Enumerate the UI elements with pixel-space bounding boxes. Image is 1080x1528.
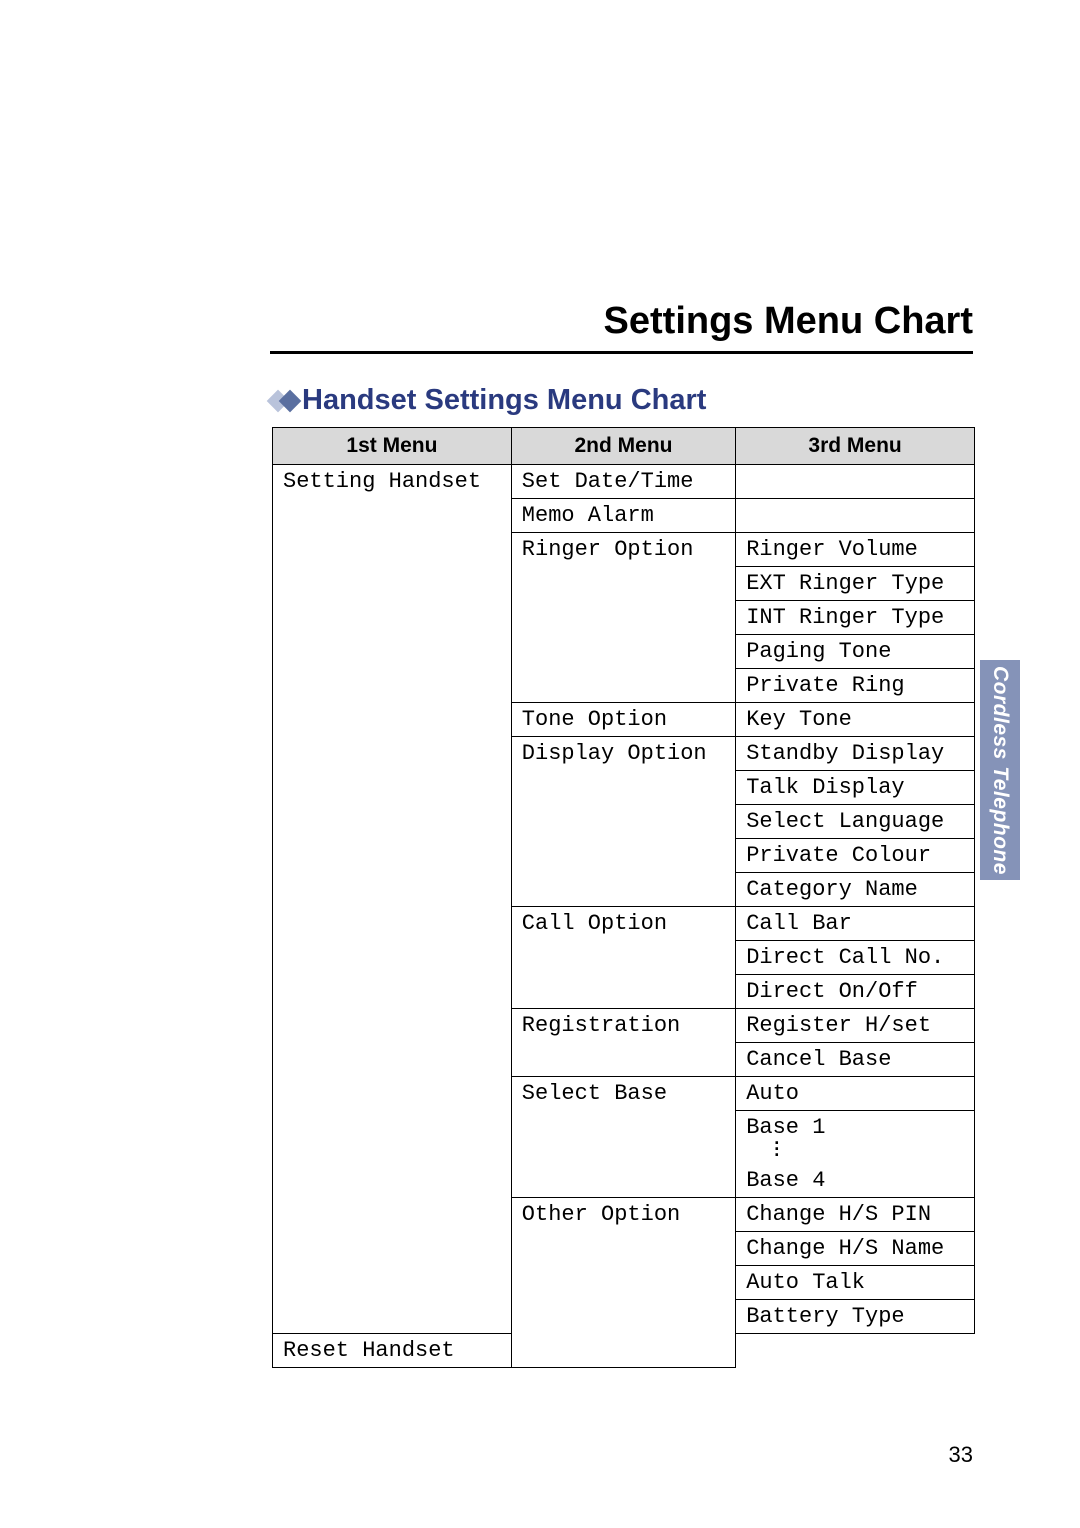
cell-3rd-menu: Change H/S Name	[736, 1232, 975, 1266]
cell-3rd-menu: Private Ring	[736, 669, 975, 703]
cell-2nd-menu: Memo Alarm	[511, 499, 735, 533]
side-tab-label: Cordless Telephone	[988, 666, 1012, 875]
cell-3rd-menu: Key Tone	[736, 703, 975, 737]
cell-3rd-menu: Register H/set	[736, 1009, 975, 1043]
cell-2nd-menu: Registration	[511, 1009, 735, 1077]
cell-3rd-menu: EXT Ringer Type	[736, 567, 975, 601]
table-header-row: 1st Menu 2nd Menu 3rd Menu	[273, 428, 975, 465]
page-title: Settings Menu Chart	[270, 300, 973, 354]
cell-3rd-menu	[736, 465, 975, 499]
cell-3rd-menu: Auto	[736, 1077, 975, 1111]
vertical-ellipsis-icon: ···	[746, 1140, 780, 1158]
cell-2nd-menu: Tone Option	[511, 703, 735, 737]
cell-3rd-menu: Select Language	[736, 805, 975, 839]
base1-text: Base 1	[746, 1115, 825, 1140]
col-3rd-menu: 3rd Menu	[736, 428, 975, 465]
diamond-bullet-icon	[270, 393, 294, 409]
cell-3rd-menu: Call Bar	[736, 907, 975, 941]
cell-1st-menu: Setting Handset	[273, 465, 512, 1334]
cell-3rd-menu: Ringer Volume	[736, 533, 975, 567]
cell-3rd-menu: Talk Display	[736, 771, 975, 805]
table-row: Setting Handset Set Date/Time	[273, 465, 975, 499]
cell-3rd-menu: Standby Display	[736, 737, 975, 771]
cell-2nd-menu: Ringer Option	[511, 533, 735, 703]
cell-3rd-menu: Private Colour	[736, 839, 975, 873]
page-number: 33	[949, 1442, 973, 1468]
cell-2nd-menu: Set Date/Time	[511, 465, 735, 499]
col-1st-menu: 1st Menu	[273, 428, 512, 465]
section-side-tab: Cordless Telephone	[980, 660, 1020, 880]
manual-page: Settings Menu Chart Handset Settings Men…	[0, 0, 1080, 1528]
cell-3rd-menu: Category Name	[736, 873, 975, 907]
cell-2nd-menu: Display Option	[511, 737, 735, 907]
cell-3rd-menu: Reset Handset	[273, 1334, 512, 1368]
section-heading: Handset Settings Menu Chart	[270, 384, 973, 417]
section-title: Handset Settings Menu Chart	[302, 384, 706, 417]
cell-2nd-menu: Other Option	[511, 1198, 735, 1368]
cell-3rd-menu: Change H/S PIN	[736, 1198, 975, 1232]
base4-text: Base 4	[746, 1168, 825, 1193]
cell-3rd-menu	[736, 499, 975, 533]
col-2nd-menu: 2nd Menu	[511, 428, 735, 465]
cell-2nd-menu: Select Base	[511, 1077, 735, 1198]
cell-3rd-menu: Direct On/Off	[736, 975, 975, 1009]
cell-2nd-menu: Call Option	[511, 907, 735, 1009]
cell-3rd-menu: Paging Tone	[736, 635, 975, 669]
cell-3rd-menu: Base 1 ··· Base 4	[736, 1111, 975, 1198]
settings-menu-table: 1st Menu 2nd Menu 3rd Menu Setting Hands…	[272, 427, 975, 1368]
cell-3rd-menu: INT Ringer Type	[736, 601, 975, 635]
cell-3rd-menu: Cancel Base	[736, 1043, 975, 1077]
cell-3rd-menu: Battery Type	[736, 1300, 975, 1334]
cell-3rd-menu: Auto Talk	[736, 1266, 975, 1300]
cell-3rd-menu: Direct Call No.	[736, 941, 975, 975]
